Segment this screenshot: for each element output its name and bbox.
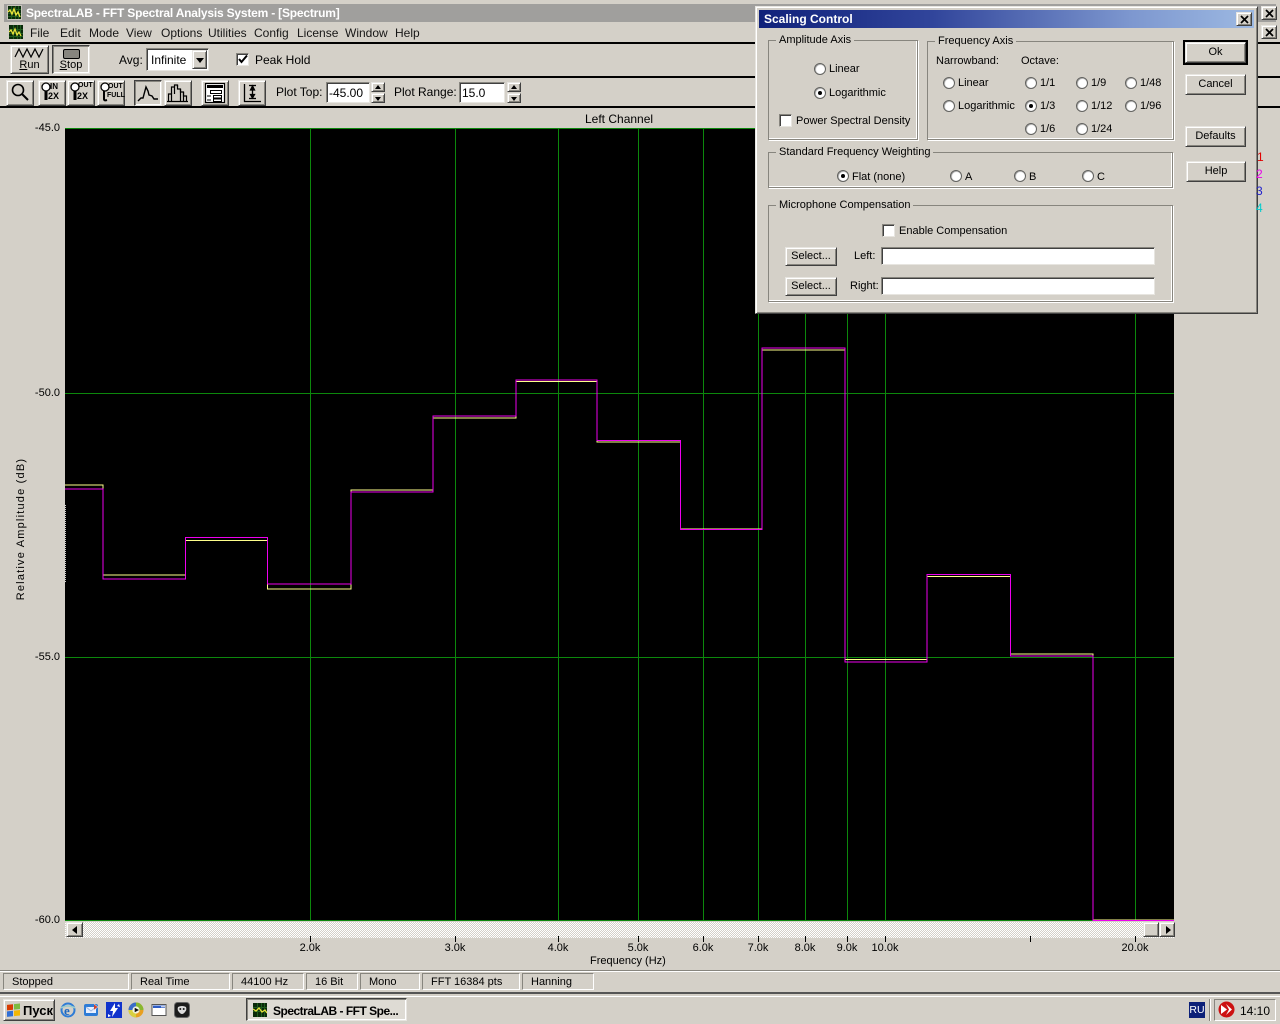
svg-text:e: e [64,1003,70,1018]
